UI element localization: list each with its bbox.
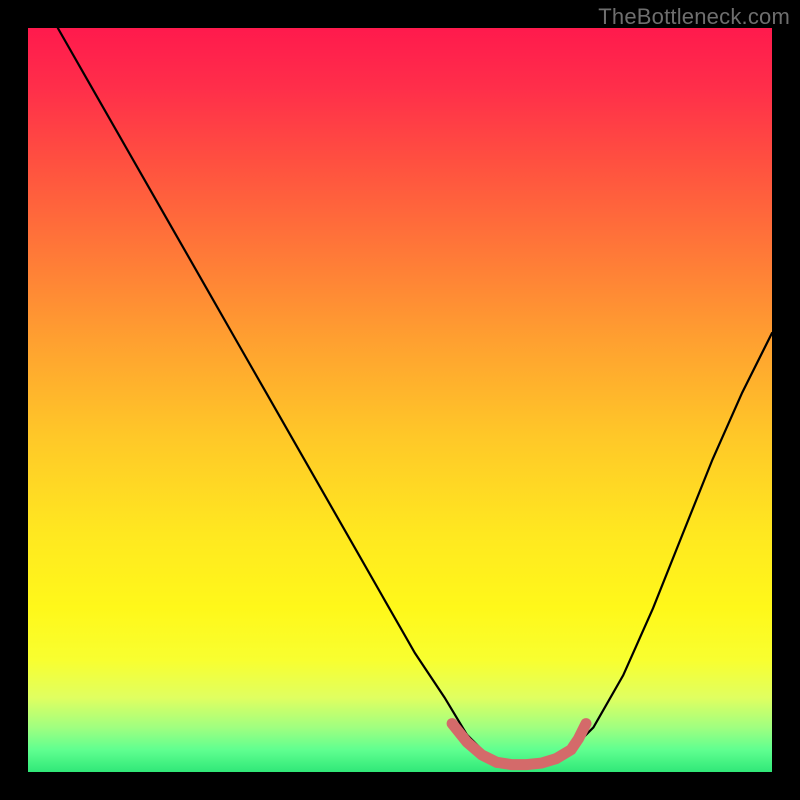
valley-marker-right (556, 724, 586, 759)
valley-marker-left (452, 724, 497, 763)
chart-container: TheBottleneck.com (0, 0, 800, 800)
curve-group (58, 28, 772, 765)
bottleneck-curve (58, 28, 772, 765)
marker-group (452, 724, 586, 765)
valley-marker-mid (497, 759, 557, 765)
chart-overlay (0, 0, 800, 800)
